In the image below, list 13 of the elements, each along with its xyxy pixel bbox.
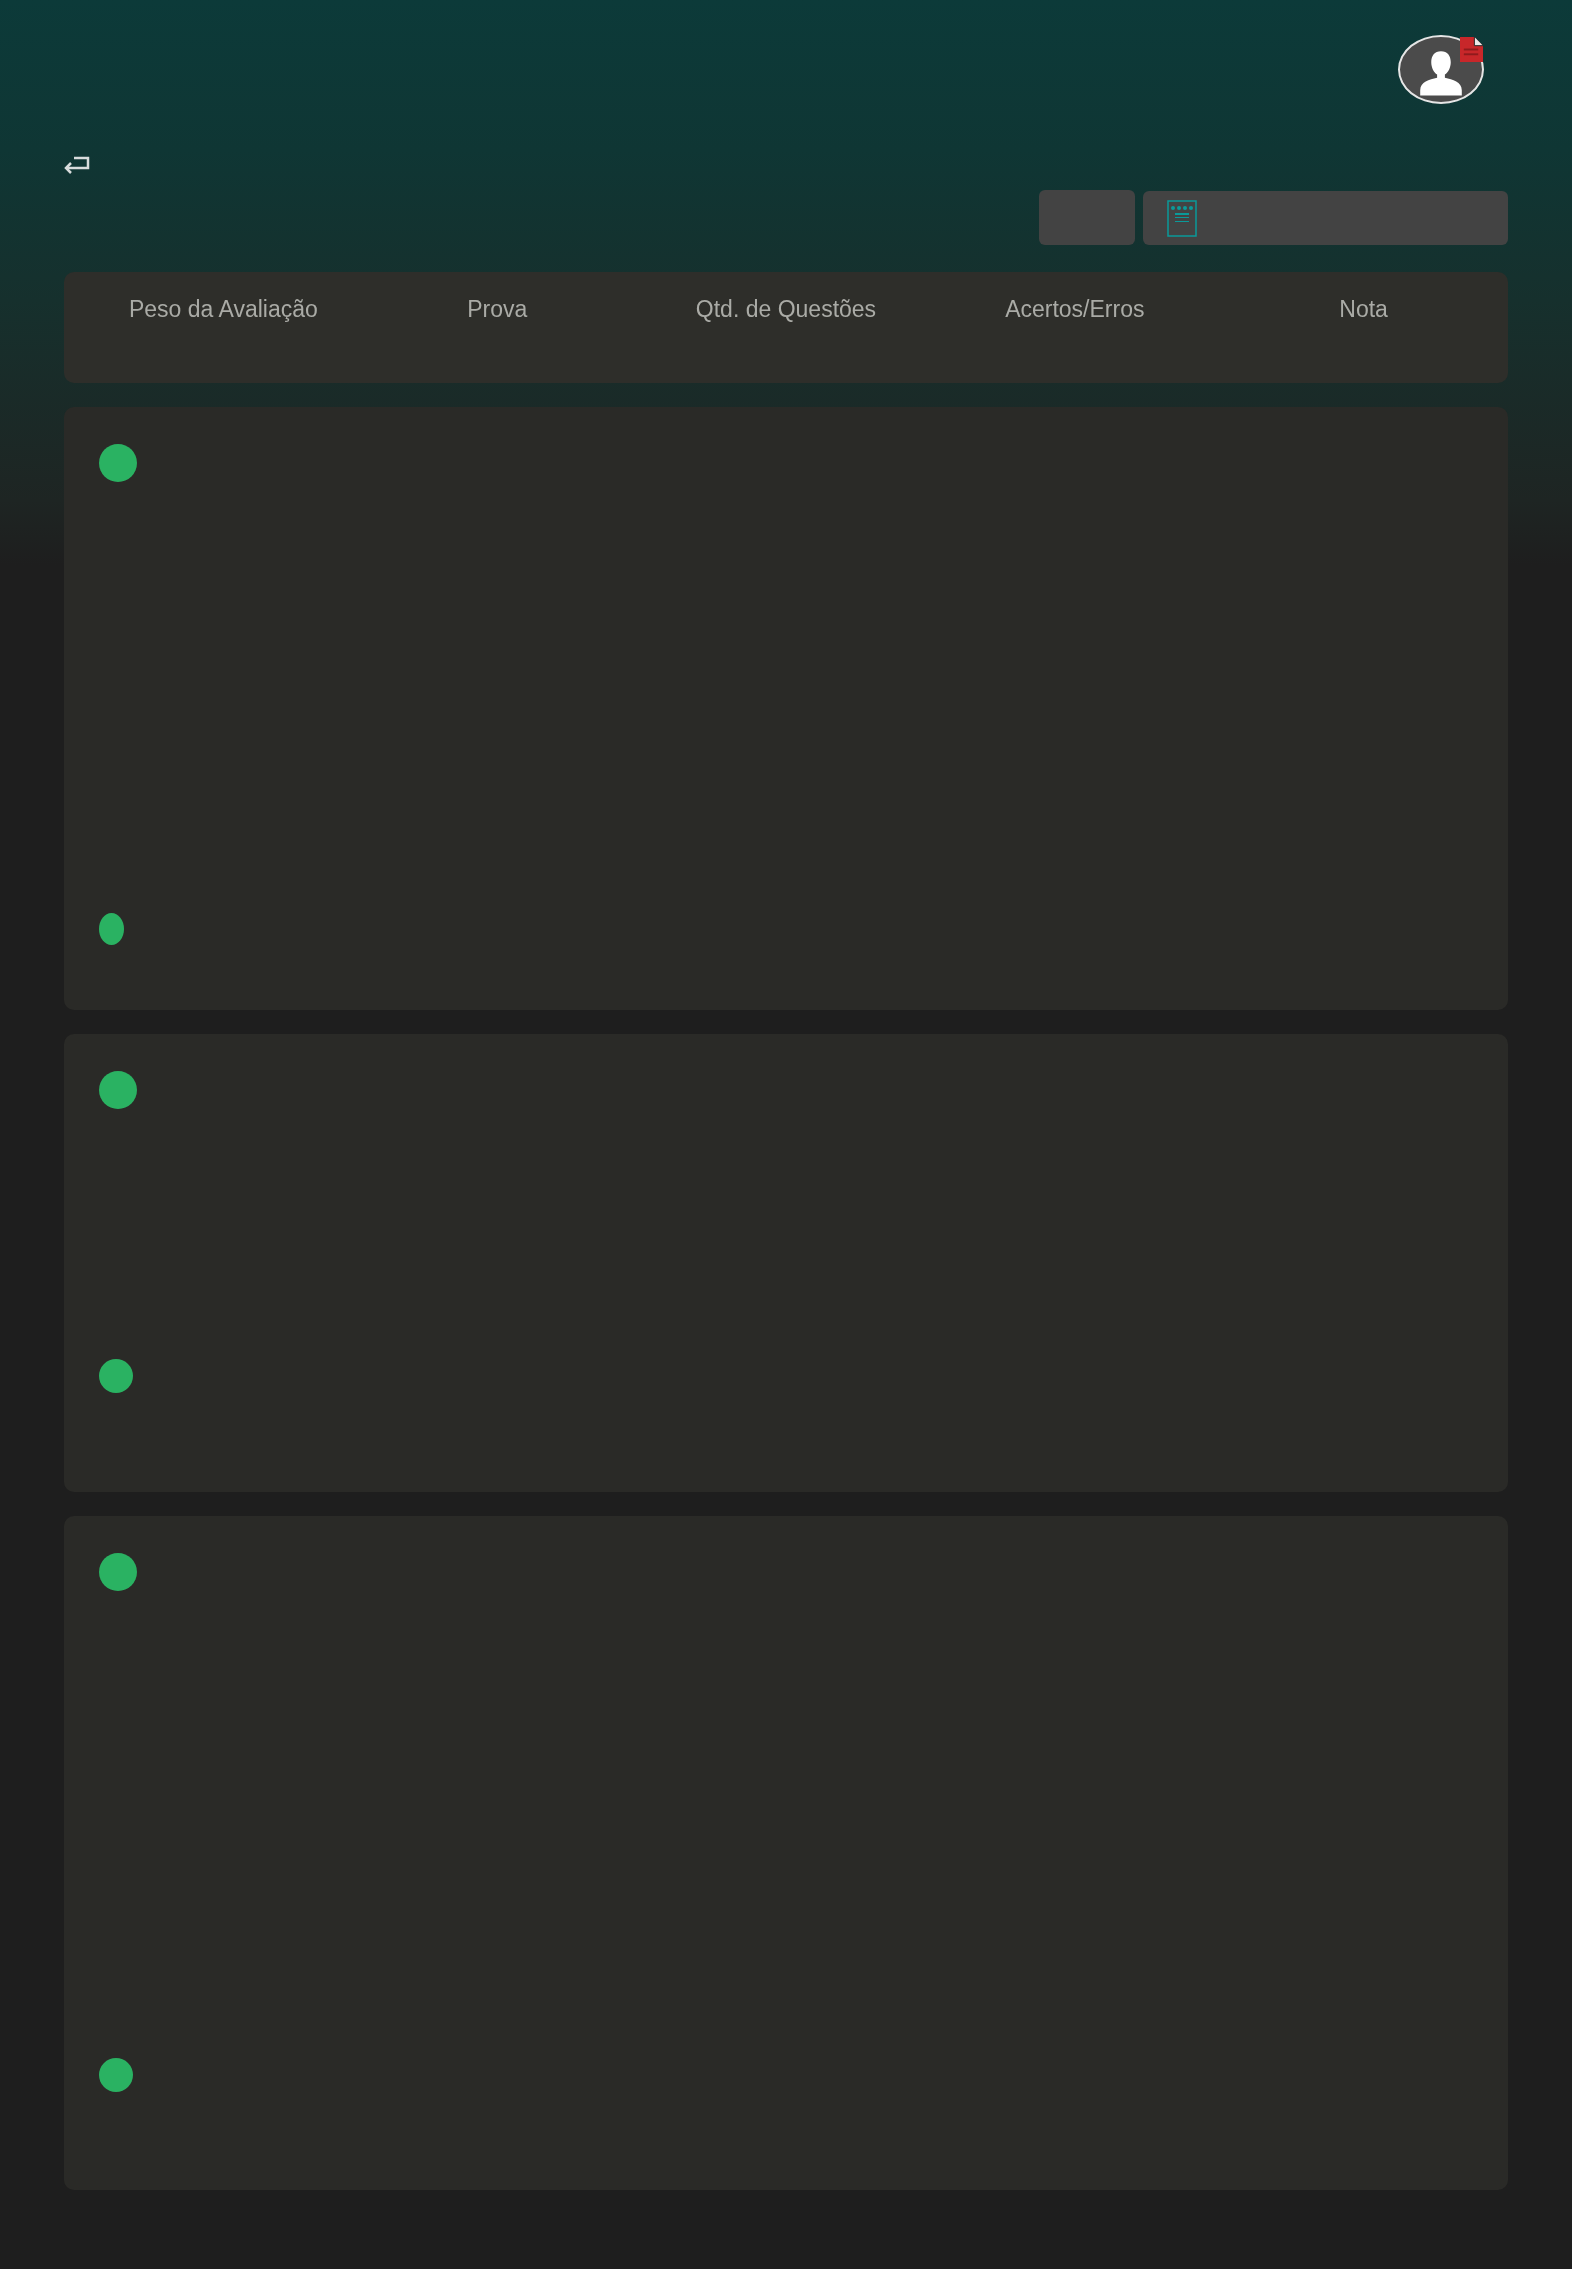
column-header: Qtd. de Questões (694, 296, 878, 323)
document-icon (1460, 37, 1483, 62)
notepad-icon (1167, 199, 1197, 237)
status-dot (99, 444, 137, 482)
status-dot (99, 2058, 133, 2092)
column-header: Acertos/Erros (1004, 296, 1146, 323)
status-dot (99, 913, 124, 945)
column-header: Nota (1338, 296, 1389, 323)
column-header: Prova (466, 296, 529, 323)
column-header: Peso da Avaliação (127, 296, 319, 323)
status-dot (99, 1071, 137, 1109)
status-dot (99, 1359, 133, 1393)
status-dot (99, 1553, 137, 1591)
